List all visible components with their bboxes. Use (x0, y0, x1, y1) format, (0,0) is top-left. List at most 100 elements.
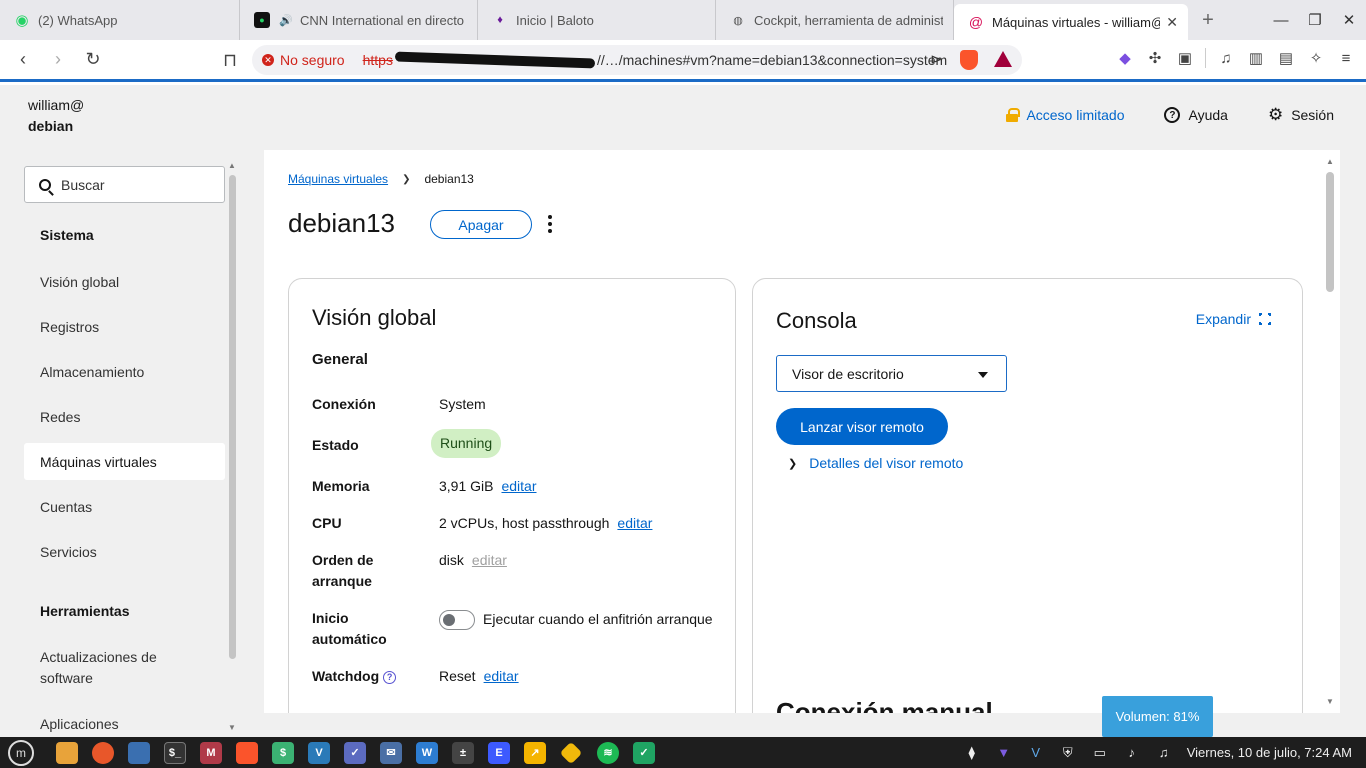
browser-toolbar: ‹ › ↻ ⊓ ✕ No seguro https //…/machines#v… (0, 40, 1366, 82)
memory-label: Memoria (312, 478, 370, 494)
host-switcher[interactable]: william@ debian (28, 95, 84, 137)
breadcrumb-virtual-machines[interactable]: Máquinas virtuales (288, 172, 388, 186)
firefox-icon[interactable] (92, 741, 114, 764)
maximize-icon[interactable]: ❐ (1298, 11, 1332, 29)
close-tab-icon[interactable]: ✕ (1166, 14, 1178, 31)
expand-button[interactable]: Expandir (1196, 311, 1273, 327)
nav-section-system: Sistema (40, 227, 94, 243)
general-subtitle: General (312, 351, 368, 368)
spotify-icon[interactable]: ≋ (597, 741, 619, 764)
launch-remote-viewer-button[interactable]: Lanzar visor remoto (776, 408, 948, 445)
help-circle-icon[interactable]: ? (383, 670, 397, 684)
menu-icon[interactable]: ≡ (1336, 48, 1356, 68)
console-type-select[interactable]: Visor de escritorio (776, 355, 1007, 392)
reload-icon[interactable]: ↻ (78, 45, 108, 75)
mint-menu-icon[interactable]: m (8, 739, 34, 766)
vpn-app-icon[interactable]: V (308, 741, 330, 764)
browser-tab-baloto[interactable]: ♦ Inicio | Baloto (478, 0, 716, 40)
sidebar-toggle-icon[interactable]: ▥ (1246, 48, 1266, 68)
autostart-toggle[interactable] (439, 609, 475, 630)
browser-tab-whatsapp[interactable]: ◉ (2) WhatsApp (0, 0, 240, 40)
shutdown-button[interactable]: Apagar (430, 210, 532, 239)
leo-icon[interactable]: ◆ (1115, 48, 1135, 68)
sidebar-item-virtual-machines[interactable]: Máquinas virtuales (24, 443, 225, 480)
cnn-icon: ● (254, 12, 270, 28)
email-client-icon[interactable]: ✉ (380, 741, 402, 764)
speaker-icon[interactable]: 🔊 (278, 12, 294, 28)
new-tab-button[interactable]: + (1188, 0, 1228, 40)
music-icon[interactable]: ♫ (1216, 48, 1236, 68)
main-scroll-up-icon[interactable]: ▲ (1326, 157, 1334, 166)
breadcrumb: Máquinas virtuales ❯ debian13 (288, 172, 474, 186)
brave-browser-icon[interactable] (236, 741, 258, 764)
edit-cpu-link[interactable]: editar (617, 513, 652, 534)
session-menu[interactable]: ⚙ Sesión (1268, 105, 1334, 125)
forward-icon[interactable]: › (43, 45, 73, 75)
charts-app-icon[interactable]: ↗ (524, 741, 546, 764)
browser-tab-cnn[interactable]: ● 🔊 CNN International en directo (240, 0, 478, 40)
search-icon (39, 178, 51, 191)
binance-icon[interactable] (559, 741, 583, 764)
security-warning[interactable]: ✕ No seguro (262, 52, 345, 68)
bookmark-icon[interactable]: ⊓ (215, 45, 245, 75)
search-input[interactable]: Buscar (24, 166, 225, 203)
sidebar-item-applications[interactable]: Aplicaciones (24, 705, 225, 737)
edit-watchdog-link[interactable]: editar (484, 666, 519, 687)
share-icon[interactable]: ⊳ (930, 51, 942, 68)
console-type-value: Visor de escritorio (792, 365, 904, 382)
limited-access-button[interactable]: Acceso limitado (1006, 107, 1124, 123)
money-app-icon[interactable]: $ (272, 741, 294, 764)
tab-title: Inicio | Baloto (516, 12, 594, 28)
browser-tab-machines[interactable]: @ Máquinas virtuales - william@ ✕ (954, 4, 1188, 40)
sidebar-item-software-updates[interactable]: Actualizaciones de software (24, 647, 184, 691)
sidebar-item-accounts[interactable]: Cuentas (24, 488, 225, 525)
sound-icon[interactable]: ♫ (1155, 745, 1173, 761)
edit-memory-link[interactable]: editar (501, 476, 536, 497)
ai-icon[interactable]: ✧ (1306, 48, 1326, 68)
finder-icon[interactable] (128, 741, 150, 764)
remote-viewer-details-toggle[interactable]: ❯ Detalles del visor remoto (788, 455, 963, 471)
calculator-icon[interactable]: ± (452, 741, 474, 764)
main-scrollbar[interactable] (1326, 172, 1334, 292)
page-title: debian13 (288, 208, 395, 238)
scroll-down-icon[interactable]: ▼ (228, 723, 236, 732)
main-scroll-down-icon[interactable]: ▼ (1326, 697, 1334, 706)
browser-tab-cockpit[interactable]: ◍ Cockpit, herramienta de administración (716, 0, 954, 40)
extensions-icon[interactable]: ✣ (1145, 48, 1165, 68)
vpn-status-icon[interactable]: V (1027, 745, 1045, 761)
sidebar-item-services[interactable]: Servicios (24, 533, 225, 570)
sidebar-item-networking[interactable]: Redes (24, 398, 225, 435)
brave-shields-icon[interactable] (960, 50, 978, 70)
minimize-icon[interactable]: — (1264, 12, 1298, 29)
tasks-app-icon[interactable]: ✓ (344, 741, 366, 764)
terminal-icon[interactable]: $_ (164, 741, 186, 764)
kebab-menu-icon[interactable] (544, 214, 556, 234)
wallet-icon[interactable]: ▤ (1276, 48, 1296, 68)
brave-rewards-icon[interactable] (994, 51, 1012, 67)
sidebar-item-storage[interactable]: Almacenamiento (24, 353, 225, 390)
mail-app-icon[interactable]: M (200, 741, 222, 764)
files-icon[interactable] (56, 741, 78, 764)
editor-app-icon[interactable]: E (488, 741, 510, 764)
clock[interactable]: Viernes, 10 de julio, 7:24 AM (1187, 745, 1352, 760)
tab-title: CNN International en directo (300, 12, 465, 28)
edit-boot-order-link[interactable]: editar (472, 550, 507, 571)
dropbox-icon[interactable]: ⧫ (963, 745, 981, 761)
close-window-icon[interactable]: ✕ (1332, 11, 1366, 29)
expand-icon (1257, 311, 1273, 327)
address-bar[interactable]: ✕ No seguro https //…/machines#vm?name=d… (252, 45, 1022, 75)
sidebar-item-overview[interactable]: Visión global (24, 263, 225, 300)
security-tray-icon[interactable]: ⛨ (1059, 745, 1077, 761)
vpn-tray-icon[interactable]: ▼ (995, 745, 1013, 761)
shield-app-icon[interactable]: ✓ (633, 741, 655, 764)
sidebar-scrollbar[interactable] (229, 175, 236, 659)
scroll-up-icon[interactable]: ▲ (228, 161, 236, 170)
display-icon[interactable]: ▭ (1091, 745, 1109, 761)
reader-icon[interactable]: ▣ (1175, 48, 1195, 68)
caret-down-icon (978, 372, 988, 378)
back-icon[interactable]: ‹ (8, 45, 38, 75)
help-menu[interactable]: ? Ayuda (1164, 107, 1228, 123)
monitor-app-icon[interactable]: W (416, 741, 438, 764)
sidebar-item-logs[interactable]: Registros (24, 308, 225, 345)
notifications-icon[interactable]: ♪ (1123, 745, 1141, 761)
